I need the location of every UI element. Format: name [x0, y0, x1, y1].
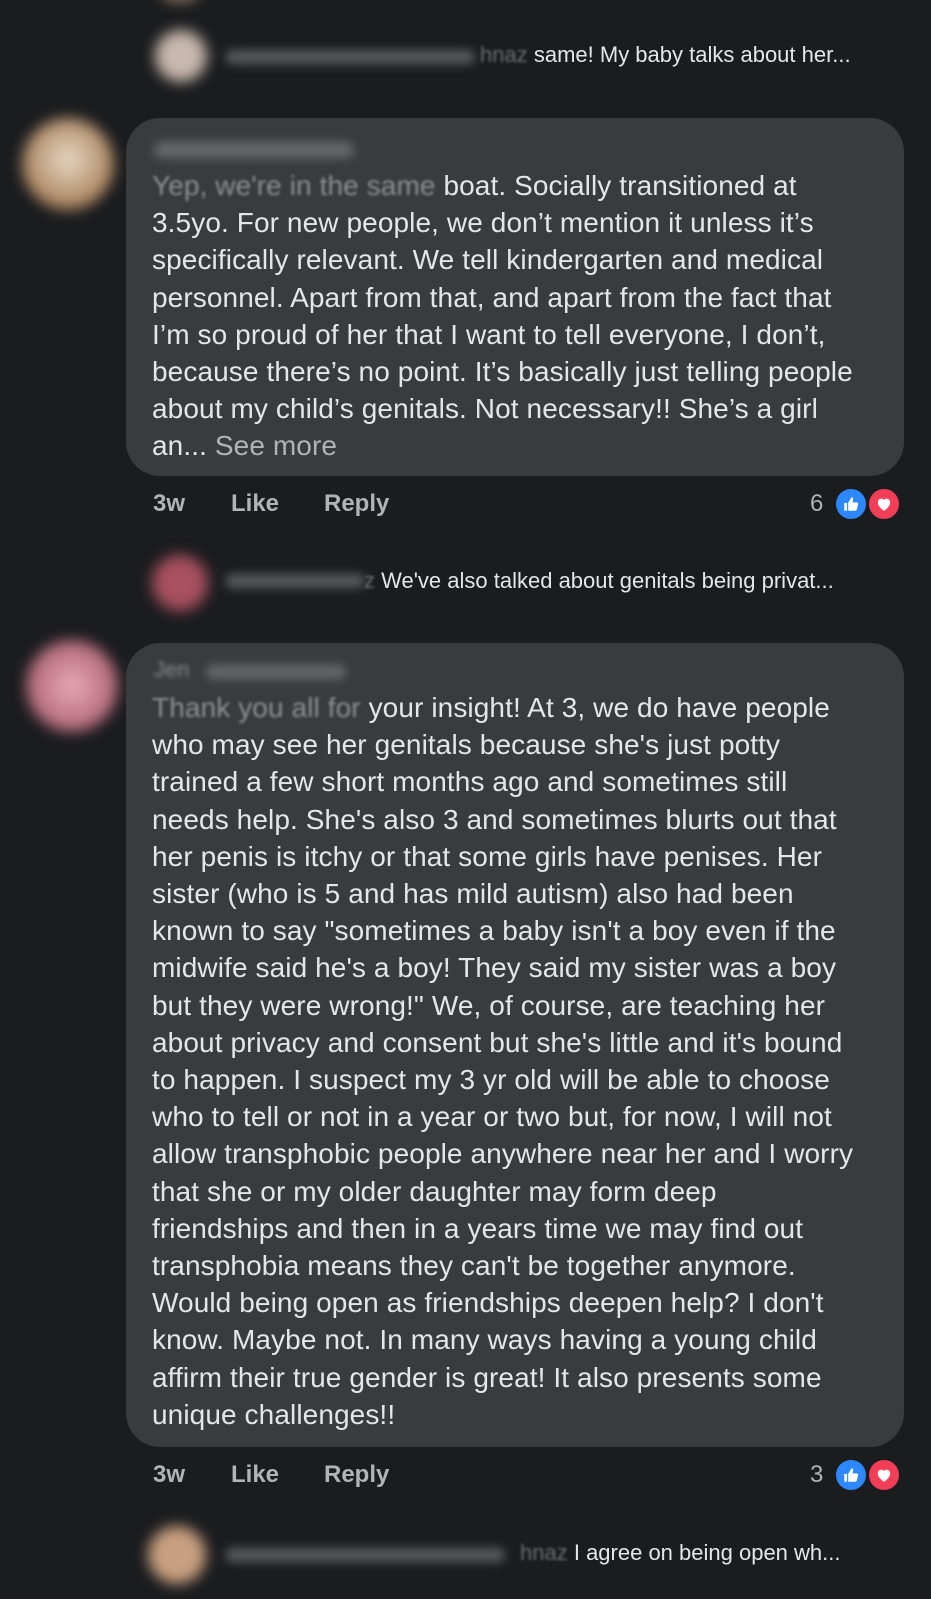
love-reaction-icon [867, 1458, 901, 1492]
timestamp[interactable]: 3w [153, 1461, 185, 1489]
author-name-suffix: z [364, 568, 375, 593]
like-button[interactable]: Like [231, 1461, 279, 1489]
comment-text: Thank you all for your insight! At 3, we… [152, 689, 886, 1433]
comment-line: about privacy and consent but she's litt… [152, 1024, 886, 1061]
like-reaction-icon [834, 487, 868, 521]
comment-text-segment: specifically relevant. We tell kindergar… [152, 244, 824, 276]
comment-bubble: Jen Thank you all for your insight! At 3… [126, 643, 904, 1447]
comment-text-segment: personnel. Apart from that, and apart fr… [152, 281, 832, 313]
comment-line: who may see her genitals because she's j… [152, 726, 886, 763]
avatar[interactable] [152, 555, 208, 611]
author-name[interactable]: Jen [154, 657, 189, 683]
comment-actions: 3w Like Reply [153, 490, 873, 520]
comment-line: to happen. I suspect my 3 yr old will be… [152, 1061, 886, 1098]
comment-line: known to say "sometimes a baby isn't a b… [152, 912, 886, 949]
comment-line: that she or my older daughter may form d… [152, 1173, 886, 1210]
comment-text-faded: Yep, we're in the same [152, 170, 436, 201]
timestamp[interactable]: 3w [153, 490, 185, 518]
avatar[interactable] [155, 30, 207, 82]
reaction-count: 6 [810, 490, 824, 517]
author-name-suffix: hnaz [480, 42, 528, 67]
like-reaction-icon [834, 1458, 868, 1492]
comment-text-segment: friendships and then in a years time we … [152, 1212, 804, 1244]
comment-line: affirm their true gender is great! It al… [152, 1359, 886, 1396]
comment-text-segment: needs help. She's also 3 and sometimes b… [152, 803, 837, 835]
comment-line: sister (who is 5 and has mild autism) al… [152, 875, 886, 912]
comment-line: Yep, we're in the same boat. Socially tr… [152, 167, 886, 204]
comment-text-segment: sister (who is 5 and has mild autism) al… [152, 878, 794, 910]
author-name [225, 50, 475, 64]
comment-line: midwife said he's a boy! They said my si… [152, 949, 886, 986]
comment-text: Yep, we're in the same boat. Socially tr… [152, 167, 886, 465]
comment-text-segment: but they were wrong!" We, of course, are… [152, 989, 826, 1021]
comment-text-segment: allow transphobic people anywhere near h… [152, 1138, 854, 1170]
love-reaction-icon [867, 487, 901, 521]
comment-text-segment: known to say "sometimes a baby isn't a b… [152, 915, 836, 947]
comment-line: personnel. Apart from that, and apart fr… [152, 279, 886, 316]
comment-bubble: Yep, we're in the same boat. Socially tr… [126, 118, 904, 476]
comment-line: needs help. She's also 3 and sometimes b… [152, 801, 886, 838]
reply-snippet: We've also talked about genitals being p… [381, 568, 834, 593]
comment-line: who to tell or not in a year or two but,… [152, 1098, 886, 1135]
author-name-suffix: hnaz [520, 1540, 568, 1565]
reaction-count: 3 [810, 1461, 824, 1488]
reply-button[interactable]: Reply [324, 1461, 389, 1489]
comment-line: but they were wrong!" We, of course, are… [152, 987, 886, 1024]
comment-text-segment: about my child’s genitals. Not necessary… [152, 393, 818, 425]
comment-text-segment: her penis is itchy or that some girls ha… [152, 840, 823, 872]
comment-text-segment: who to tell or not in a year or two but,… [152, 1101, 832, 1133]
comment-text-segment: Would being open as friendships deepen h… [152, 1287, 824, 1319]
comment-line: specifically relevant. We tell kindergar… [152, 241, 886, 278]
comment-text-faded: Thank you all for [152, 692, 361, 723]
comment-text-segment: unique challenges!! [152, 1398, 396, 1430]
comment-text-segment: because there’s no point. It’s basically… [152, 356, 853, 388]
comment-line: Thank you all for your insight! At 3, we… [152, 689, 886, 726]
author-name-blur [206, 665, 346, 679]
comment-line: unique challenges!! [152, 1396, 886, 1433]
avatar[interactable] [26, 640, 118, 732]
comment-text-segment: to happen. I suspect my 3 yr old will be… [152, 1064, 830, 1096]
comment-text-segment: transphobia means they can't be together… [152, 1250, 796, 1282]
comment-line: transphobia means they can't be together… [152, 1247, 886, 1284]
reply-button[interactable]: Reply [324, 490, 389, 518]
comment-line: about my child’s genitals. Not necessary… [152, 390, 886, 427]
reply-snippet: same! My baby talks about her... [533, 42, 851, 67]
comment-text-segment: your insight! At 3, we do have people [360, 692, 830, 723]
comment-line: allow transphobic people anywhere near h… [152, 1135, 886, 1172]
comment-line: know. Maybe not. In many ways having a y… [152, 1321, 886, 1358]
comment-line: because there’s no point. It’s basically… [152, 353, 886, 390]
comment-text-segment: boat. Socially transitioned at [435, 170, 797, 201]
comment-text-segment: trained a few short months ago and somet… [152, 766, 788, 798]
reply-snippet: I agree on being open wh... [573, 1540, 841, 1565]
like-button[interactable]: Like [231, 490, 279, 518]
avatar[interactable] [148, 1526, 206, 1584]
author-name [225, 574, 365, 588]
comment-line: Would being open as friendships deepen h… [152, 1284, 886, 1321]
comment-line: an... See more [152, 427, 886, 464]
comment-text-segment: affirm their true gender is great! It al… [152, 1361, 822, 1393]
avatar[interactable] [160, 0, 200, 2]
comment-text-segment: I’m so proud of her that I want to tell … [152, 318, 826, 350]
comment-text-segment: know. Maybe not. In many ways having a y… [152, 1324, 817, 1356]
avatar[interactable] [22, 118, 114, 210]
comment-text-segment: about privacy and consent but she's litt… [152, 1026, 843, 1058]
comment-text-segment: midwife said he's a boy! They said my si… [152, 952, 837, 984]
comment-actions: 3w Like Reply [153, 1461, 873, 1491]
comment-line: I’m so proud of her that I want to tell … [152, 316, 886, 353]
comment-line: 3.5yo. For new people, we don’t mention … [152, 204, 886, 241]
comment-text-segment: that she or my older daughter may form d… [152, 1175, 717, 1207]
author-name [225, 1548, 505, 1562]
comment-text-segment: 3.5yo. For new people, we don’t mention … [152, 207, 814, 239]
author-name [154, 142, 354, 158]
comment-line: trained a few short months ago and somet… [152, 763, 886, 800]
comment-text-segment: who may see her genitals because she's j… [152, 729, 781, 761]
comment-line: her penis is itchy or that some girls ha… [152, 838, 886, 875]
comment-line: friendships and then in a years time we … [152, 1210, 886, 1247]
comment-text-segment: an... [152, 430, 215, 462]
see-more-link[interactable]: See more [215, 430, 337, 461]
